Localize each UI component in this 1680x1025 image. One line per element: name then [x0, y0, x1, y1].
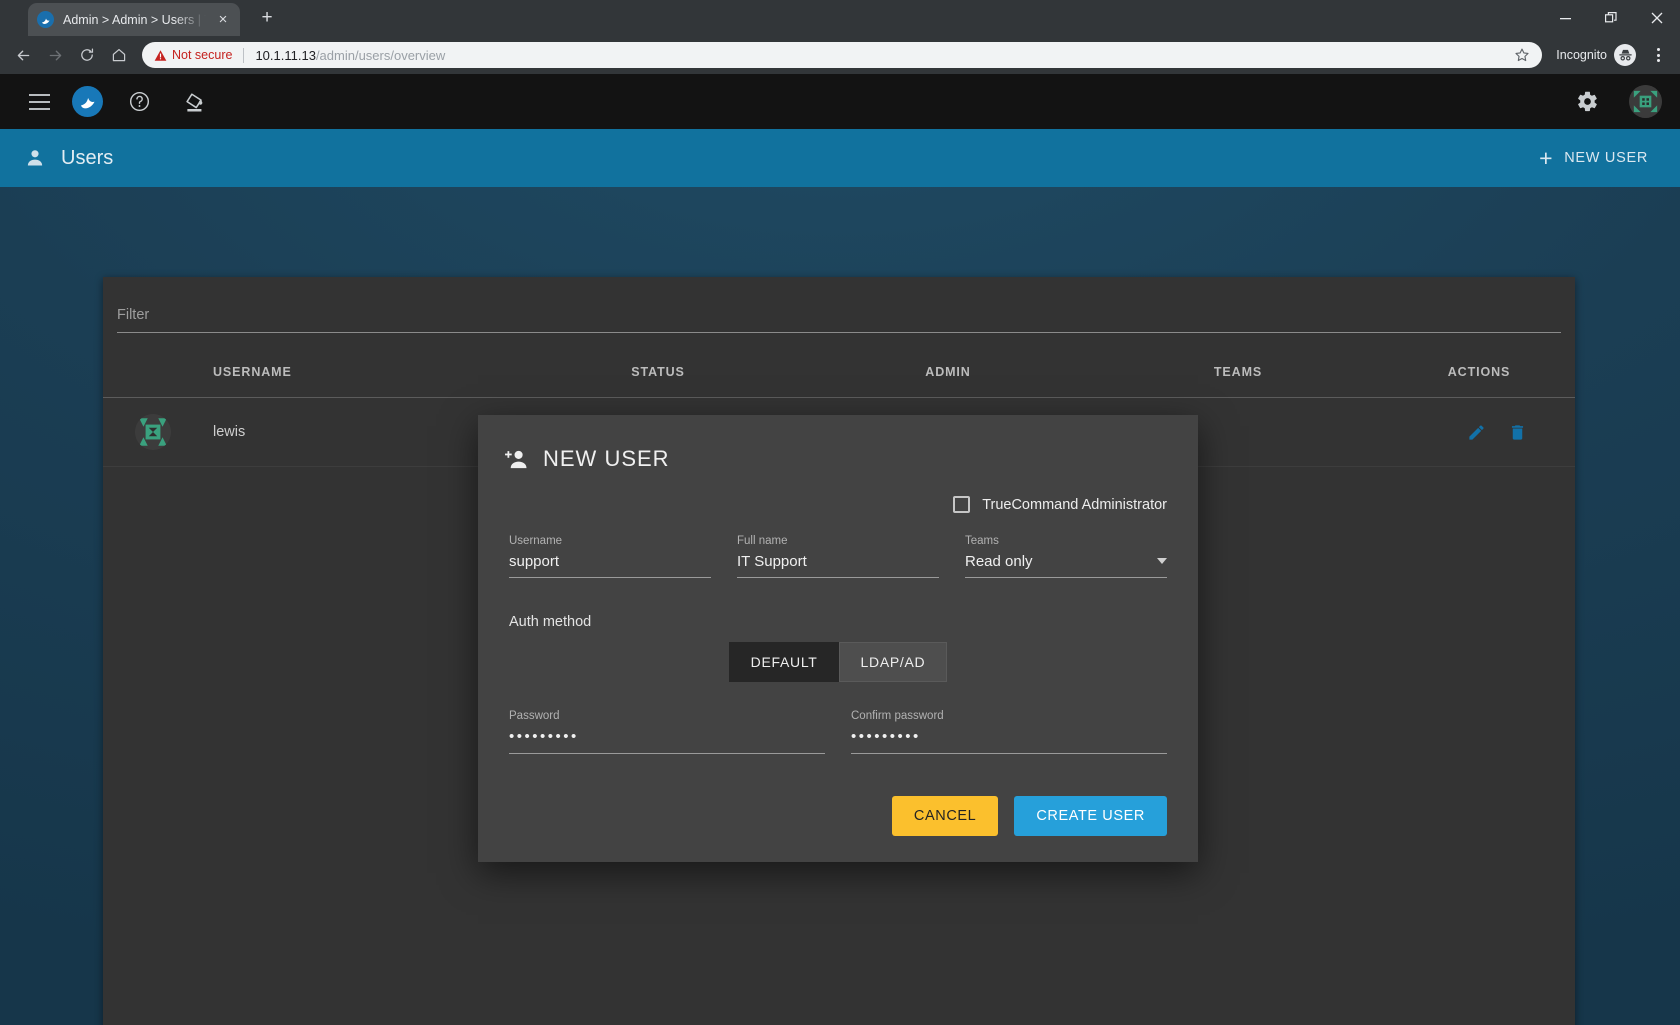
star-icon[interactable]	[1514, 47, 1530, 63]
dialog-actions: CANCEL CREATE USER	[504, 796, 1172, 836]
browser-toolbar: Not secure 10.1.11.13/admin/users/overvi…	[0, 36, 1680, 74]
restore-icon[interactable]	[1588, 2, 1634, 34]
close-window-icon[interactable]	[1634, 2, 1680, 34]
password-label: Password	[509, 710, 825, 722]
reload-icon[interactable]	[72, 40, 102, 70]
auth-method-toggle-group: DEFAULT LDAP/AD	[504, 642, 1172, 682]
truecommand-favicon	[37, 11, 54, 28]
auth-method-default-button[interactable]: DEFAULT	[729, 642, 839, 682]
auth-method-ldap-button[interactable]: LDAP/AD	[839, 642, 948, 682]
confirm-password-field-group: Confirm password •••••••••	[851, 710, 1167, 754]
dialog-title: NEW USER	[543, 446, 670, 472]
incognito-avatar-icon	[1614, 44, 1636, 66]
password-input[interactable]: •••••••••	[509, 728, 825, 754]
checkbox-box[interactable]	[953, 496, 970, 513]
new-user-dialog: NEW USER TrueCommand Administrator Usern…	[478, 415, 1198, 862]
home-icon[interactable]	[104, 40, 134, 70]
auth-method-label: Auth method	[504, 614, 1172, 630]
username-input[interactable]	[509, 553, 711, 578]
confirm-password-input[interactable]: •••••••••	[851, 728, 1167, 754]
confirm-password-label: Confirm password	[851, 710, 1167, 722]
page-viewport: Users + NEW USER USERNAME STATUS ADMIN T…	[0, 74, 1680, 1025]
omnibox-url-host: 10.1.11.13	[255, 48, 315, 63]
teams-select[interactable]: Read only	[965, 553, 1167, 578]
chevron-down-icon[interactable]	[1157, 558, 1167, 564]
fullname-field-group: Full name	[737, 535, 939, 578]
warning-triangle-icon	[154, 49, 167, 62]
browser-tab[interactable]: Admin > Admin > Users | T ×	[28, 3, 240, 36]
fullname-input[interactable]	[737, 553, 939, 578]
browser-tab-title: Admin > Admin > Users | T	[63, 13, 206, 27]
checkbox-label: TrueCommand Administrator	[982, 497, 1167, 513]
cancel-button[interactable]: CANCEL	[892, 796, 998, 836]
omnibox-divider	[243, 48, 244, 63]
teams-selected-value: Read only	[965, 553, 1033, 570]
incognito-label: Incognito	[1556, 48, 1607, 62]
kebab-menu-icon[interactable]	[1644, 41, 1672, 69]
username-field-group: Username	[509, 535, 711, 578]
confirm-password-value: •••••••••	[851, 728, 921, 746]
minimize-icon[interactable]	[1542, 2, 1588, 34]
back-arrow-icon[interactable]	[8, 40, 38, 70]
window-controls	[1542, 0, 1680, 36]
forward-arrow-icon	[40, 40, 70, 70]
admin-checkbox-row: TrueCommand Administrator	[504, 496, 1172, 513]
browser-tab-strip: Admin > Admin > Users | T × +	[0, 0, 1680, 36]
omnibox-url-path: /admin/users/overview	[316, 48, 445, 63]
username-label: Username	[509, 535, 711, 547]
address-bar[interactable]: Not secure 10.1.11.13/admin/users/overvi…	[142, 42, 1542, 68]
teams-label: Teams	[965, 535, 1167, 547]
primary-fields-row: Username Full name Teams Read only	[504, 535, 1172, 578]
create-user-button[interactable]: CREATE USER	[1014, 796, 1167, 836]
fullname-label: Full name	[737, 535, 939, 547]
not-secure-indicator[interactable]: Not secure	[154, 48, 232, 62]
password-value: •••••••••	[509, 728, 579, 746]
omnibox-url: 10.1.11.13/admin/users/overview	[255, 48, 445, 63]
dialog-title-row: NEW USER	[504, 441, 1172, 472]
teams-field-group: Teams Read only	[965, 535, 1167, 578]
close-icon[interactable]: ×	[215, 12, 231, 28]
password-field-group: Password •••••••••	[509, 710, 825, 754]
incognito-indicator[interactable]: Incognito	[1552, 44, 1640, 66]
person-add-icon	[504, 447, 529, 472]
password-fields-row: Password ••••••••• Confirm password ••••…	[504, 710, 1172, 754]
not-secure-label: Not secure	[172, 48, 232, 62]
new-tab-button[interactable]: +	[254, 5, 280, 31]
truecommand-administrator-checkbox[interactable]: TrueCommand Administrator	[953, 496, 1167, 513]
